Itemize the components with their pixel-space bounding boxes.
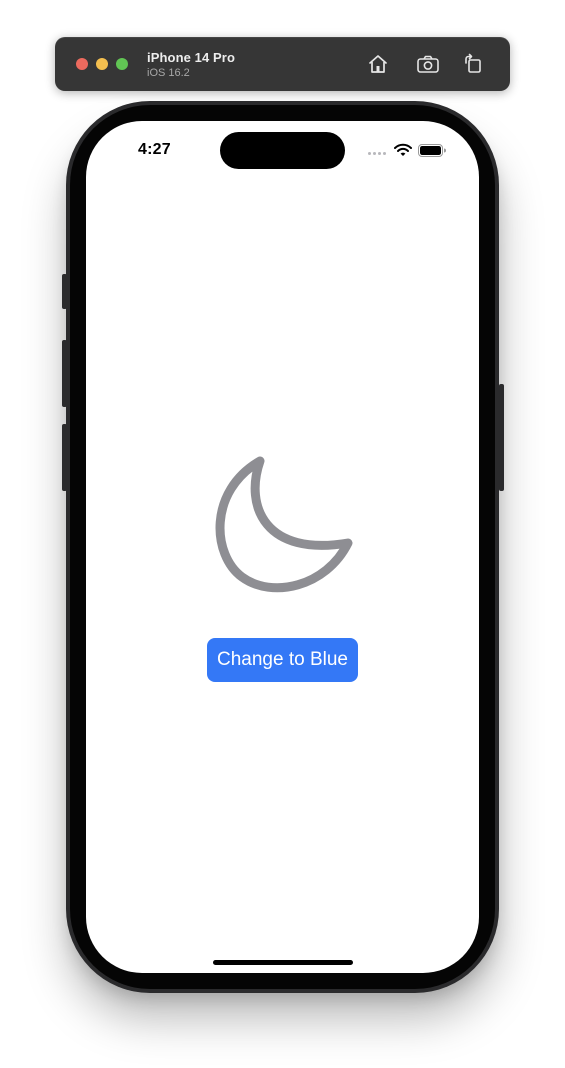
cellular-dots-icon [368,152,386,155]
wifi-icon [394,143,412,156]
home-icon [369,55,387,73]
simulator-window: iPhone 14 Pro iOS 16.2 4:27 Change to Bl… [0,0,565,1068]
home-indicator[interactable] [213,960,353,965]
screenshot-icon [417,55,439,73]
power-side-button[interactable] [499,384,504,491]
close-window-button[interactable] [76,58,88,70]
device-name: iPhone 14 Pro [147,50,235,65]
device-os-version: iOS 16.2 [147,67,190,79]
main-content: Change to Blue [86,451,479,682]
moon-icon [215,456,352,593]
minimize-window-button[interactable] [96,58,108,70]
change-to-blue-button[interactable]: Change to Blue [207,638,358,682]
simulator-toolbar: iPhone 14 Pro iOS 16.2 [55,37,510,91]
battery-icon [418,144,446,157]
dynamic-island [220,132,345,169]
status-time: 4:27 [138,141,171,158]
rotate-icon [465,53,481,73]
screenshot-button[interactable] [415,51,441,77]
home-button[interactable] [365,51,391,77]
zoom-window-button[interactable] [116,58,128,70]
rotate-button[interactable] [460,51,486,77]
device-screen: 4:27 Change to Blue [86,121,479,973]
